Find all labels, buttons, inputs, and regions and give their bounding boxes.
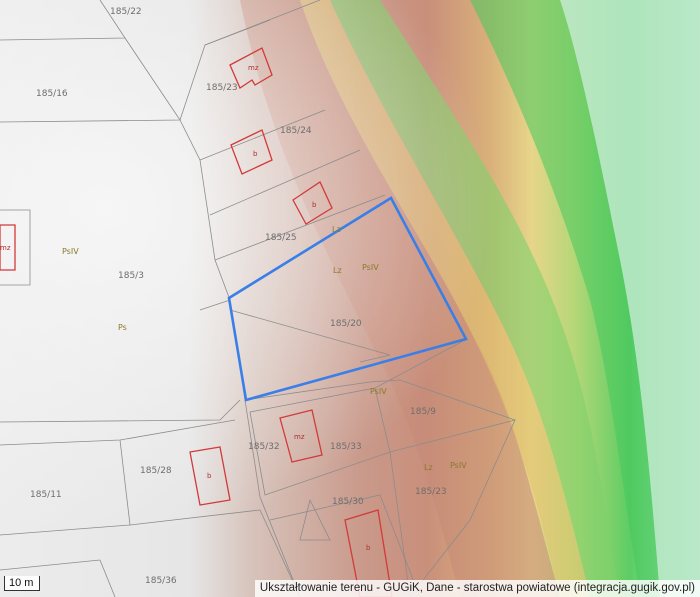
land-use-label: Lz (424, 463, 433, 472)
parcel-label: 185/25 (265, 233, 297, 243)
terrain-map[interactable]: 185/16 185/22 185/23 185/24 185/25 185/3… (0, 0, 700, 597)
land-use-label: PsIV (62, 247, 79, 256)
parcel-label: 185/9 (410, 407, 436, 417)
land-use-label: PsIV (450, 461, 467, 470)
building-label: b (312, 201, 317, 209)
parcel-label: 185/23 (415, 487, 447, 497)
parcel-label: 185/30 (332, 497, 364, 507)
parcel-label: 185/24 (280, 126, 312, 136)
parcel-label: 185/23 (206, 83, 238, 93)
parcel-label: 185/16 (36, 89, 68, 99)
building-label: mz (294, 433, 305, 441)
map-attribution: Ukształtowanie terenu - GUGiK, Dane - st… (254, 580, 700, 597)
scale-bar: 10 m (4, 576, 41, 591)
building-label: mz (0, 244, 11, 252)
parcel-label: 185/11 (30, 490, 62, 500)
parcel-label: 185/28 (140, 466, 172, 476)
land-use-label: Ps (118, 323, 127, 332)
building-label: b (366, 544, 371, 552)
parcel-label: 185/3 (118, 271, 144, 281)
parcel-label: 185/36 (145, 576, 177, 586)
land-use-label: PsIV (362, 263, 379, 272)
land-use-label: Lz (333, 266, 342, 275)
parcel-label: 185/32 (248, 442, 280, 452)
land-use-label: PsIV (370, 387, 387, 396)
building-label: b (207, 472, 212, 480)
parcel-label: 185/22 (110, 7, 142, 17)
building-label: b (253, 150, 258, 158)
parcel-label: 185/20 (330, 319, 362, 329)
parcel-label: 185/33 (330, 442, 362, 452)
hill-shade (0, 0, 700, 597)
land-use-label: Lz (332, 225, 341, 234)
map-viewport[interactable]: 185/16 185/22 185/23 185/24 185/25 185/3… (0, 0, 700, 597)
building-label: mz (248, 64, 259, 72)
